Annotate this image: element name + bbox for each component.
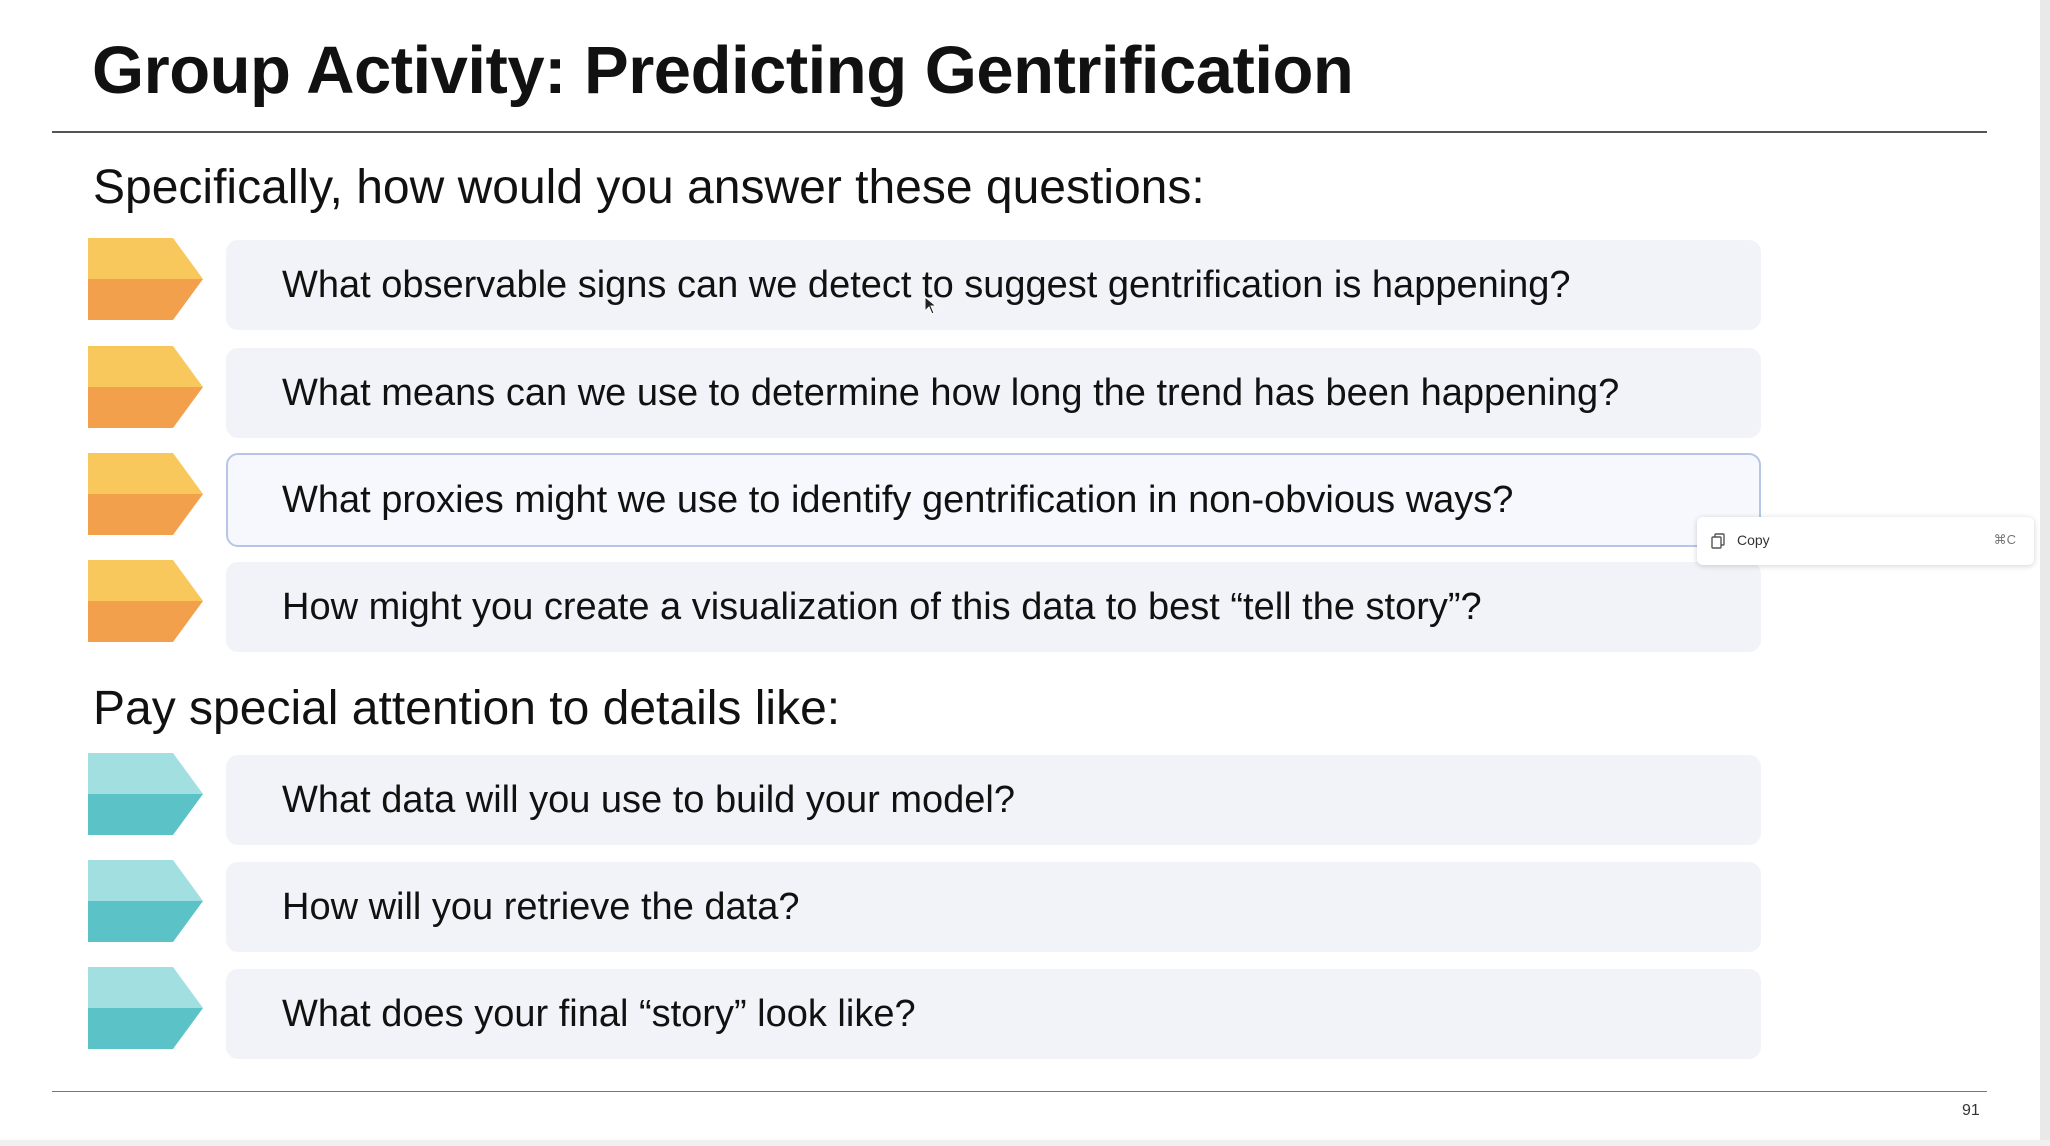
detail-item-2: How will you retrieve the data?: [88, 860, 1763, 952]
bottom-edge: [0, 1140, 2050, 1146]
copy-menu-item-label[interactable]: Copy: [1737, 532, 1770, 548]
question-box-1[interactable]: What observable signs can we detect to s…: [226, 240, 1761, 330]
teal-chevron-icon: [88, 753, 203, 835]
question-box-4[interactable]: How might you create a visualization of …: [226, 562, 1761, 652]
orange-chevron-icon: [88, 346, 203, 428]
section-heading-questions: Specifically, how would you answer these…: [93, 161, 1205, 214]
question-box-2[interactable]: What means can we use to determine how l…: [226, 348, 1761, 438]
teal-chevron-icon: [88, 860, 203, 942]
question-item-2: What means can we use to determine how l…: [88, 346, 1763, 438]
detail-item-3: What does your final “story” look like?: [88, 967, 1763, 1059]
window-edge: [2040, 0, 2050, 1146]
detail-box-3[interactable]: What does your final “story” look like?: [226, 969, 1761, 1059]
copy-shortcut: ⌘C: [1993, 532, 2016, 547]
detail-box-1[interactable]: What data will you use to build your mod…: [226, 755, 1761, 845]
question-item-1: What observable signs can we detect to s…: [88, 238, 1763, 330]
mouse-cursor-icon: [925, 297, 937, 315]
question-box-3-selected[interactable]: What proxies might we use to identify ge…: [226, 453, 1761, 547]
footer-divider: [52, 1091, 1987, 1092]
detail-item-1: What data will you use to build your mod…: [88, 753, 1763, 845]
copy-icon: [1711, 533, 1725, 549]
copy-context-menu[interactable]: Copy ⌘C: [1697, 517, 2034, 565]
slide-title: Group Activity: Predicting Gentrificatio…: [92, 33, 1354, 108]
teal-chevron-icon: [88, 967, 203, 1049]
question-item-3: What proxies might we use to identify ge…: [88, 453, 1763, 547]
orange-chevron-icon: [88, 238, 203, 320]
detail-box-2[interactable]: How will you retrieve the data?: [226, 862, 1761, 952]
slide: Group Activity: Predicting Gentrificatio…: [0, 0, 2040, 1140]
orange-chevron-icon: [88, 560, 203, 642]
title-divider: [52, 131, 1987, 133]
question-item-4: How might you create a visualization of …: [88, 560, 1763, 652]
page-number: 91: [1962, 1102, 1980, 1119]
orange-chevron-icon: [88, 453, 203, 535]
section-heading-details: Pay special attention to details like:: [93, 682, 841, 735]
